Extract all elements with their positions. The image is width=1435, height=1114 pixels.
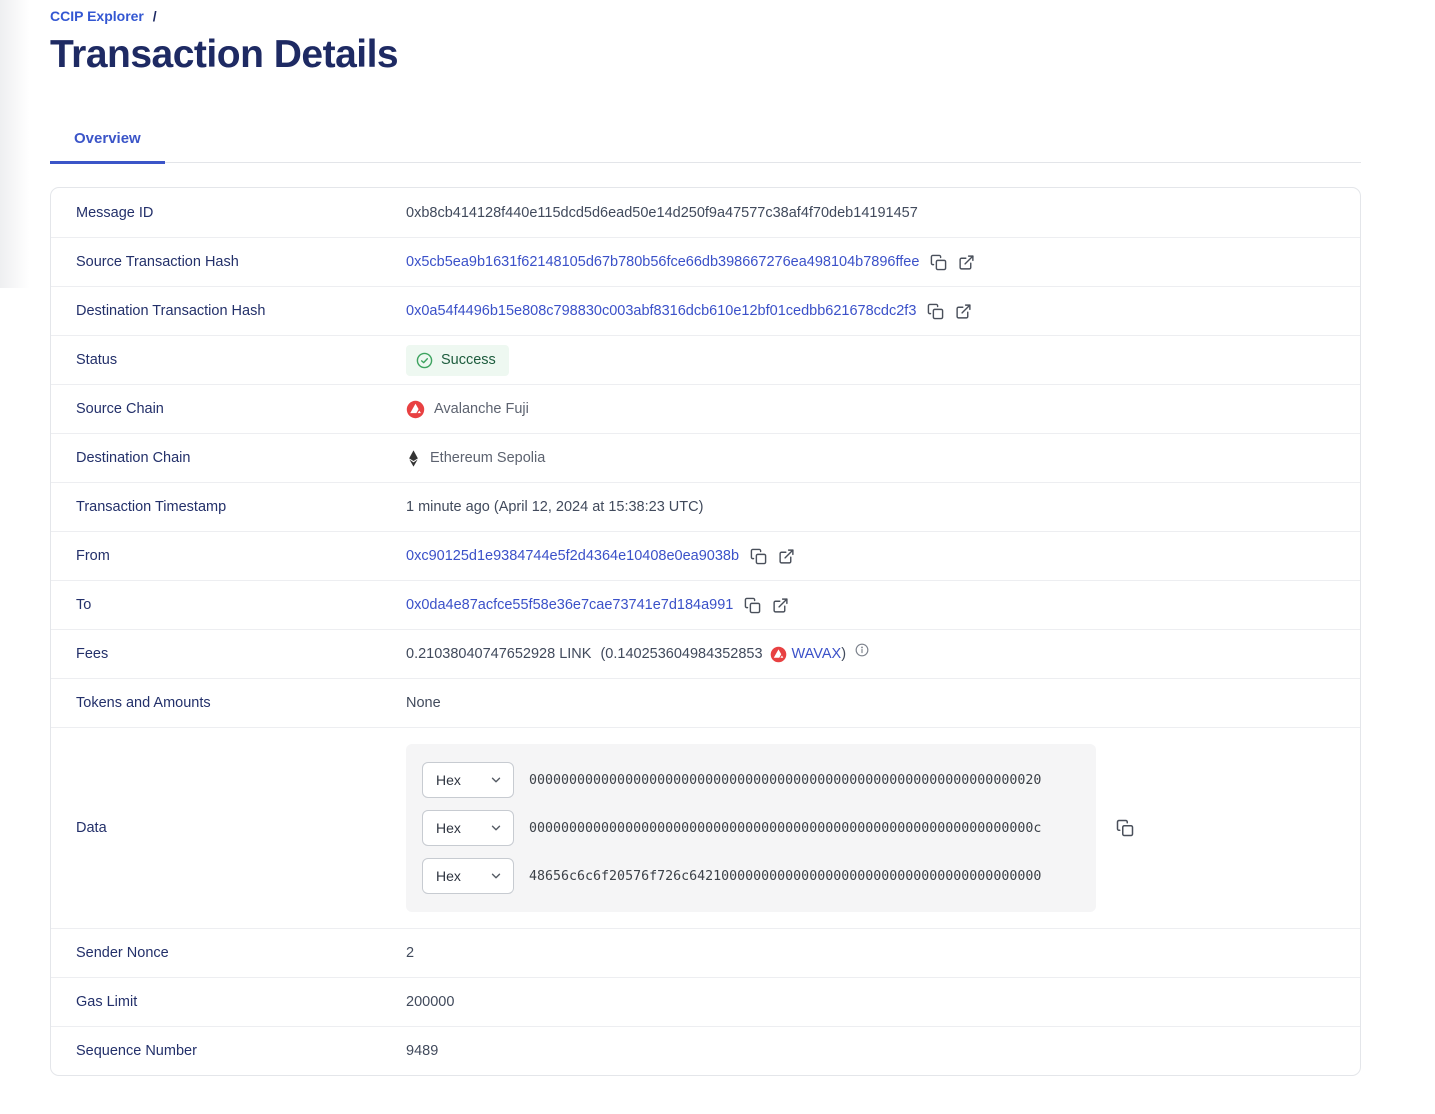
hex-format-select[interactable]: Hex [422,762,514,798]
table-row-sequence-number: Sequence Number 9489 [51,1026,1360,1075]
tab-overview[interactable]: Overview [50,117,165,164]
dest-tx-hash-link[interactable]: 0x0a54f4496b15e808c798830c003abf8316dcb6… [406,303,916,319]
table-row-message-id: Message ID 0xb8cb414128f440e115dcd5d6ead… [51,188,1360,237]
row-label: Gas Limit [51,994,406,1010]
table-row-dest-tx-hash: Destination Transaction Hash 0x0a54f4496… [51,286,1360,335]
table-row-sender-nonce: Sender Nonce 2 [51,928,1360,977]
external-link-icon[interactable] [778,548,795,565]
table-row-status: Status Success [51,335,1360,384]
row-label: Destination Chain [51,450,406,466]
to-address-link[interactable]: 0x0da4e87acfce55f58e36e7cae73741e7d184a9… [406,597,733,613]
data-hex-line: Hex 000000000000000000000000000000000000… [422,762,1080,798]
source-tx-hash-link[interactable]: 0x5cb5ea9b1631f62148105d67b780b56fce66db… [406,254,919,270]
avalanche-icon [406,400,425,419]
copy-icon[interactable] [750,548,767,565]
ethereum-icon [406,449,421,468]
row-label: Data [51,820,406,836]
row-label: To [51,597,406,613]
data-hex-value: 0000000000000000000000000000000000000000… [529,773,1041,788]
copy-icon[interactable] [927,303,944,320]
hex-format-label: Hex [436,868,461,884]
row-label: Message ID [51,205,406,221]
fees-link-amount: 0.21038040747652928 LINK [406,646,591,662]
info-icon[interactable] [855,643,869,657]
avalanche-icon [770,646,787,663]
data-hex-line: Hex 48656c6c6f20576f726c6421000000000000… [422,858,1080,894]
tab-bar: Overview [50,117,1361,163]
table-row-timestamp: Transaction Timestamp 1 minute ago (Apri… [51,482,1360,531]
table-row-tokens-amounts: Tokens and Amounts None [51,678,1360,727]
breadcrumb-separator: / [153,8,157,24]
copy-icon[interactable] [1116,819,1134,837]
dest-chain-name: Ethereum Sepolia [430,450,545,466]
from-address-link[interactable]: 0xc90125d1e9384744e5f2d4364e10408e0ea903… [406,548,739,564]
timestamp-value: 1 minute ago (April 12, 2024 at 15:38:23… [406,499,703,515]
copy-icon[interactable] [744,597,761,614]
left-edge-shadow [0,0,42,288]
table-row-source-chain: Source Chain Avalanche Fuji [51,384,1360,433]
hex-format-label: Hex [436,772,461,788]
breadcrumb-ccip-explorer-link[interactable]: CCIP Explorer [50,8,144,24]
hex-format-select[interactable]: Hex [422,810,514,846]
page-title: Transaction Details [50,33,1361,77]
chevron-down-icon [489,773,503,787]
hex-format-label: Hex [436,820,461,836]
row-label: Source Chain [51,401,406,417]
fees-close-paren: ) [841,646,846,662]
table-row-dest-chain: Destination Chain Ethereum Sepolia [51,433,1360,482]
table-row-from: From 0xc90125d1e9384744e5f2d4364e10408e0… [51,531,1360,580]
table-row-to: To 0x0da4e87acfce55f58e36e7cae73741e7d18… [51,580,1360,629]
row-label: Destination Transaction Hash [51,303,406,319]
row-label: Transaction Timestamp [51,499,406,515]
row-label: Sequence Number [51,1043,406,1059]
check-circle-icon [416,352,433,369]
table-row-data: Data Hex 0000000000000000000000000000000… [51,727,1360,928]
sequence-number-value: 9489 [406,1043,438,1059]
source-chain-name: Avalanche Fuji [434,401,529,417]
hex-format-select[interactable]: Hex [422,858,514,894]
fees-converted-amount: (0.140253604984352853 [600,646,762,662]
row-label: Fees [51,646,406,662]
data-hex-value: 48656c6c6f20576f726c64210000000000000000… [529,869,1041,884]
breadcrumb: CCIP Explorer / [50,0,1361,24]
tokens-amounts-value: None [406,695,441,711]
external-link-icon[interactable] [955,303,972,320]
status-badge-label: Success [441,352,496,368]
row-label: Sender Nonce [51,945,406,961]
chevron-down-icon [489,821,503,835]
transaction-details-table: Message ID 0xb8cb414128f440e115dcd5d6ead… [50,187,1361,1076]
status-badge: Success [406,345,509,376]
row-label: Status [51,352,406,368]
gas-limit-value: 200000 [406,994,454,1010]
dest-chain-value: Ethereum Sepolia [406,449,545,468]
source-chain-value: Avalanche Fuji [406,400,529,419]
main-content: CCIP Explorer / Transaction Details Over… [50,0,1361,1076]
external-link-icon[interactable] [772,597,789,614]
table-row-gas-limit: Gas Limit 200000 [51,977,1360,1026]
table-row-fees: Fees 0.21038040747652928 LINK (0.1402536… [51,629,1360,678]
message-id-value: 0xb8cb414128f440e115dcd5d6ead50e14d250f9… [406,205,918,221]
row-label: From [51,548,406,564]
copy-icon[interactable] [930,254,947,271]
data-hex-line: Hex 000000000000000000000000000000000000… [422,810,1080,846]
data-hex-value: 0000000000000000000000000000000000000000… [529,821,1041,836]
table-row-source-tx-hash: Source Transaction Hash 0x5cb5ea9b1631f6… [51,237,1360,286]
data-hex-container: Hex 000000000000000000000000000000000000… [406,744,1096,912]
chevron-down-icon [489,869,503,883]
wavax-token-link[interactable]: WAVAX [792,646,842,662]
row-label: Tokens and Amounts [51,695,406,711]
sender-nonce-value: 2 [406,945,414,961]
row-label: Source Transaction Hash [51,254,406,270]
external-link-icon[interactable] [958,254,975,271]
